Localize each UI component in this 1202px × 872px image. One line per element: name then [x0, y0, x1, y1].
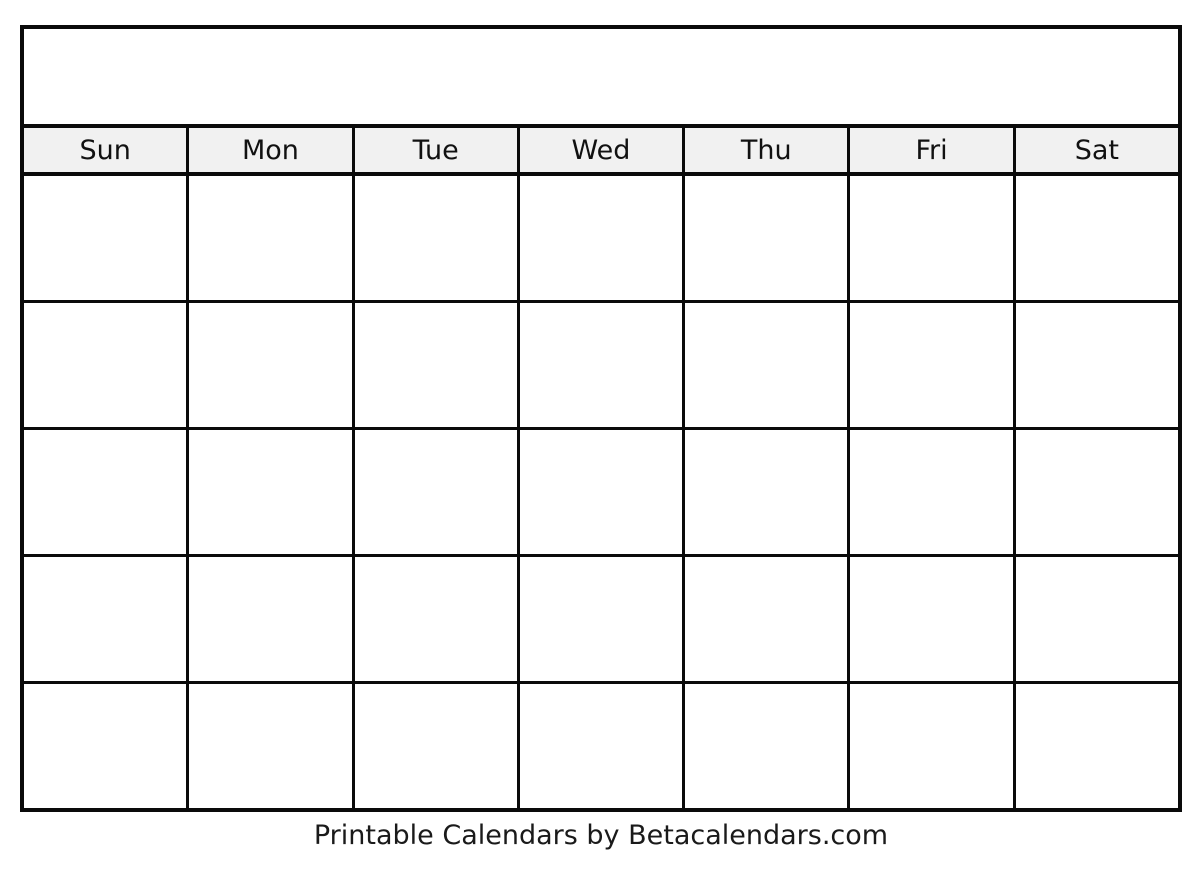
week-row [24, 303, 1178, 430]
day-cell[interactable] [24, 430, 190, 554]
day-cell[interactable] [850, 684, 1016, 808]
day-cell[interactable] [685, 557, 851, 681]
day-cell[interactable] [850, 430, 1016, 554]
calendar-page: Sun Mon Tue Wed Thu Fri Sat Printable Ca… [0, 0, 1202, 872]
day-cell[interactable] [850, 557, 1016, 681]
day-cell[interactable] [519, 557, 686, 681]
weekday-label: Tue [412, 134, 459, 166]
calendar-body [24, 176, 1178, 808]
week-row [24, 557, 1178, 684]
day-cell[interactable] [519, 684, 686, 808]
weekday-label: Sun [79, 134, 131, 166]
day-cell[interactable] [24, 176, 190, 300]
day-cell[interactable] [24, 557, 190, 681]
day-cell[interactable] [685, 176, 851, 300]
day-cell[interactable] [1015, 176, 1178, 300]
day-cell[interactable] [189, 303, 355, 427]
weekday-label: Wed [571, 134, 631, 166]
calendar-title-banner[interactable] [24, 29, 1178, 128]
day-cell[interactable] [850, 176, 1016, 300]
weekday-header-row: Sun Mon Tue Wed Thu Fri Sat [24, 128, 1178, 176]
day-cell[interactable] [1015, 430, 1178, 554]
week-row [24, 430, 1178, 557]
weekday-header-sun: Sun [24, 128, 190, 172]
weekday-label: Sat [1074, 134, 1119, 166]
day-cell[interactable] [1015, 557, 1178, 681]
day-cell[interactable] [354, 557, 520, 681]
day-cell[interactable] [24, 303, 190, 427]
footer-credit: Printable Calendars by Betacalendars.com [313, 820, 889, 851]
day-cell[interactable] [1015, 684, 1178, 808]
day-cell[interactable] [685, 303, 851, 427]
day-cell[interactable] [354, 430, 520, 554]
weekday-header-wed: Wed [519, 128, 686, 172]
week-row [24, 176, 1178, 303]
week-row [24, 684, 1178, 808]
day-cell[interactable] [519, 430, 686, 554]
day-cell[interactable] [519, 303, 686, 427]
weekday-header-mon: Mon [189, 128, 355, 172]
day-cell[interactable] [850, 303, 1016, 427]
day-cell[interactable] [685, 684, 851, 808]
weekday-header-fri: Fri [850, 128, 1016, 172]
day-cell[interactable] [354, 684, 520, 808]
weekday-label: Mon [241, 134, 299, 166]
day-cell[interactable] [685, 430, 851, 554]
footer: Printable Calendars by Betacalendars.com [0, 820, 1202, 852]
day-cell[interactable] [189, 176, 355, 300]
weekday-header-thu: Thu [685, 128, 851, 172]
weekday-label: Thu [740, 134, 792, 166]
day-cell[interactable] [1015, 303, 1178, 427]
calendar-table: Sun Mon Tue Wed Thu Fri Sat [20, 25, 1182, 812]
day-cell[interactable] [519, 176, 686, 300]
day-cell[interactable] [354, 176, 520, 300]
weekday-header-sat: Sat [1015, 128, 1178, 172]
day-cell[interactable] [189, 430, 355, 554]
day-cell[interactable] [354, 303, 520, 427]
weekday-label: Fri [915, 134, 948, 166]
weekday-header-tue: Tue [354, 128, 520, 172]
day-cell[interactable] [24, 684, 190, 808]
day-cell[interactable] [189, 557, 355, 681]
day-cell[interactable] [189, 684, 355, 808]
